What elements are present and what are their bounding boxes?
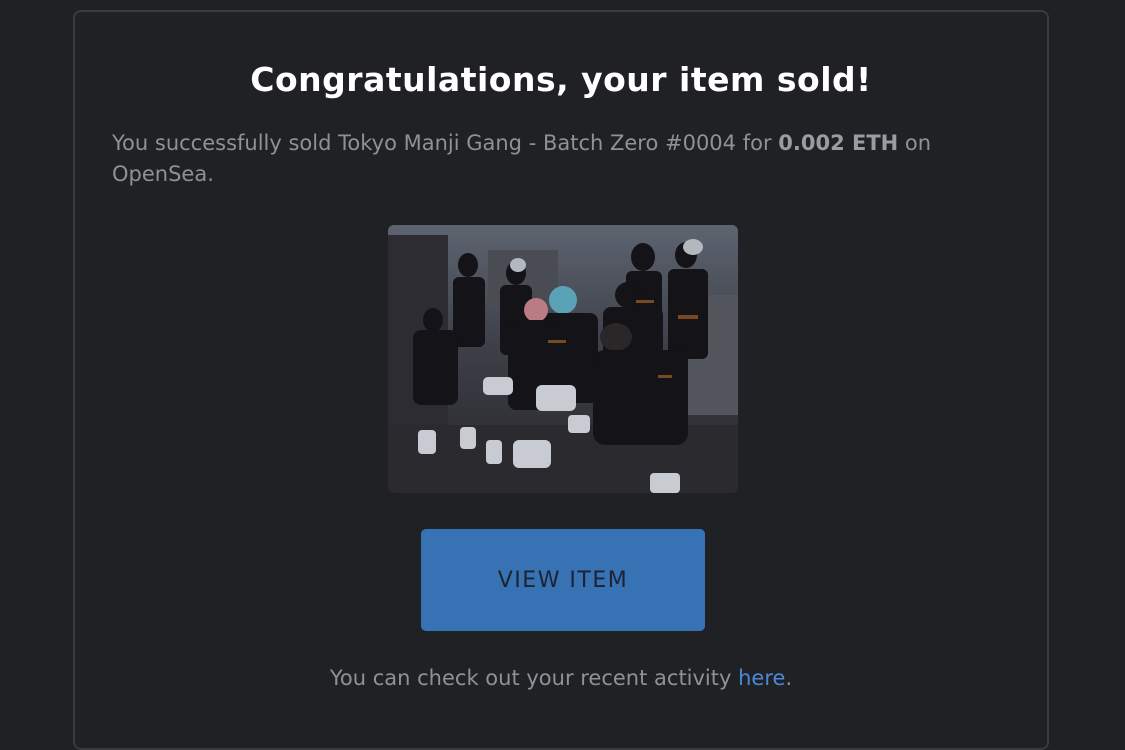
sale-message-prefix: You successfully sold Tokyo Manji Gang -… xyxy=(112,131,779,155)
nft-photo-illustration xyxy=(388,225,738,493)
sale-amount: 0.002 ETH xyxy=(778,131,899,155)
recent-activity-link[interactable]: here xyxy=(738,666,785,690)
nft-item-image[interactable] xyxy=(388,225,738,493)
recent-activity-text: You can check out your recent activity h… xyxy=(75,666,1047,690)
sale-message: You successfully sold Tokyo Manji Gang -… xyxy=(112,128,1012,190)
view-item-button[interactable]: VIEW ITEM xyxy=(421,529,705,631)
sale-notification-card: Congratulations, your item sold! You suc… xyxy=(73,10,1049,750)
footer-suffix: . xyxy=(785,666,793,690)
footer-prefix: You can check out your recent activity xyxy=(329,666,739,690)
page-title: Congratulations, your item sold! xyxy=(250,60,872,99)
